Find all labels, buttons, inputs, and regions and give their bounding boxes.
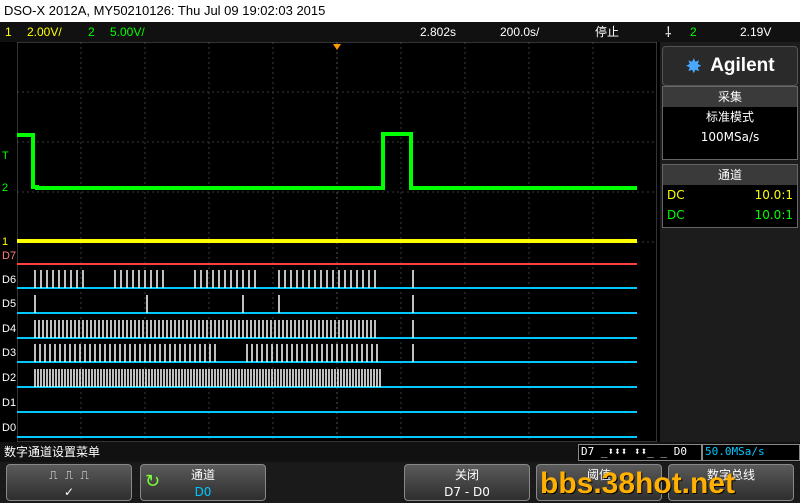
run-state[interactable]: 停止: [595, 22, 619, 42]
ch2-probe: 10.0:1: [754, 208, 793, 222]
channel-title: 通道: [663, 165, 797, 185]
d6-label: D6: [2, 274, 17, 286]
turn-off-label: 关闭: [454, 468, 479, 482]
threshold-display-softkey[interactable]: ⎍ ⎍ ⎍ ✓: [6, 464, 132, 501]
trigger-marker: T: [2, 150, 9, 162]
menu-bar: 数字通道设置菜单 D7 _⬍⬍⬍ ⬍⬍_ _ D0 50.0MSa/s: [0, 442, 800, 462]
menu-title: 数字通道设置菜单: [4, 445, 101, 459]
title-text: DSO-X 2012A, MY50210126: Thu Jul 09 19:0…: [4, 3, 326, 18]
channel-labels: T 2 1 D7 D6 D5 D4 D3 D2 D1 D0: [0, 42, 17, 442]
ch1-info: DC 10.0:1: [663, 185, 797, 205]
turn-off-softkey[interactable]: 关闭 D7 - D0: [404, 464, 530, 501]
agilent-logo: ✸ Agilent: [662, 46, 798, 86]
d4-label: D4: [2, 323, 17, 335]
softkey-bar: ⎍ ⎍ ⎍ ✓ 通道 D0 ↻ 关闭 D7 - D0 阈值 数字总线 bbs.3…: [0, 462, 800, 503]
d0-label: D0: [2, 422, 17, 434]
title-bar: DSO-X 2012A, MY50210126: Thu Jul 09 19:0…: [0, 0, 800, 22]
trigger-edge-icon: ⸸: [665, 24, 672, 40]
ch1-probe: 10.0:1: [754, 188, 793, 202]
status-bar: 1 2.00V/ 2 5.00V/ 2.802s 200.0s/ 停止 ⸸ 2 …: [0, 22, 800, 42]
brand-name: Agilent: [710, 55, 775, 76]
channel-softkey[interactable]: 通道 D0 ↻: [140, 464, 266, 501]
check-icon: ✓: [63, 485, 75, 499]
ch1-scale[interactable]: 2.00V/: [27, 22, 62, 42]
waveform-svg: [17, 42, 657, 442]
ch2-info: DC 10.0:1: [663, 205, 797, 225]
ch2-number[interactable]: 2: [88, 22, 95, 42]
d7-label: D7: [2, 250, 17, 262]
ch2-coupling: DC: [667, 208, 685, 222]
side-panel: ✸ Agilent 采集 标准模式 100MSa/s 通道 DC 10.0:1 …: [660, 42, 800, 442]
waveform-display[interactable]: [17, 42, 657, 442]
d3-label: D3: [2, 347, 17, 359]
agilent-spark-icon: ✸: [685, 54, 703, 78]
ch2-scale[interactable]: 5.00V/: [110, 22, 145, 42]
acquisition-title: 采集: [663, 87, 797, 107]
d1-label: D1: [2, 397, 17, 409]
rotate-knob-icon: ↻: [145, 471, 161, 492]
digital-activity: D7 _⬍⬍⬍ ⬍⬍_ _ D0: [578, 444, 702, 461]
ch1-marker[interactable]: 1: [2, 236, 8, 248]
turn-off-value: D7 - D0: [444, 485, 490, 499]
d2-label: D2: [2, 372, 17, 384]
d5-label: D5: [2, 298, 17, 310]
ch1-number[interactable]: 1: [5, 22, 12, 42]
acquisition-rate: 100MSa/s: [700, 130, 760, 144]
channel-panel[interactable]: 通道 DC 10.0:1 DC 10.0:1: [662, 164, 798, 228]
acquisition-mode: 标准模式: [705, 110, 754, 124]
time-scale[interactable]: 200.0s/: [500, 22, 539, 42]
trigger-position-icon: [333, 44, 341, 50]
digital-sample-rate: 50.0MSa/s: [702, 444, 800, 461]
ch1-coupling: DC: [667, 188, 685, 202]
trigger-channel[interactable]: 2: [690, 22, 697, 42]
time-position[interactable]: 2.802s: [420, 22, 456, 42]
trigger-level[interactable]: 2.19V: [740, 22, 771, 42]
acquisition-panel[interactable]: 采集 标准模式 100MSa/s: [662, 86, 798, 160]
watermark: bbs.38hot.net: [540, 467, 736, 500]
threshold-waveform-icon: ⎍ ⎍ ⎍: [49, 468, 89, 482]
ch2-marker[interactable]: 2: [2, 182, 8, 194]
